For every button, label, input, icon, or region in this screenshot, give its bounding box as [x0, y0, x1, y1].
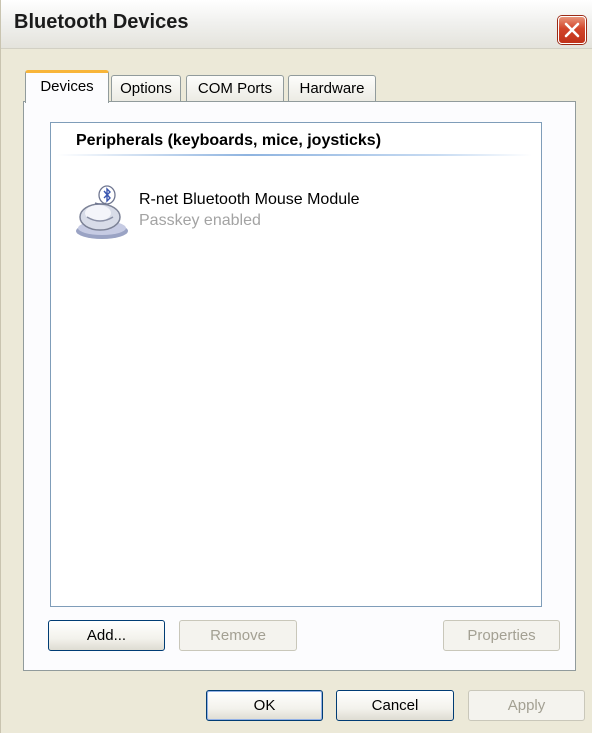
- group-header-peripherals: Peripherals (keyboards, mice, joysticks): [76, 132, 382, 149]
- remove-button[interactable]: Remove: [179, 620, 297, 651]
- properties-button[interactable]: Properties: [443, 620, 560, 651]
- cancel-button[interactable]: Cancel: [336, 690, 454, 721]
- close-icon: [564, 22, 580, 38]
- device-list[interactable]: Peripherals (keyboards, mice, joysticks): [50, 122, 542, 607]
- add-button[interactable]: Add...: [48, 620, 165, 651]
- device-status: Passkey enabled: [139, 212, 261, 229]
- tab-hardware[interactable]: Hardware: [288, 75, 376, 101]
- ok-button[interactable]: OK: [206, 690, 323, 721]
- device-name: R-net Bluetooth Mouse Module: [139, 191, 360, 208]
- tab-devices[interactable]: Devices: [25, 70, 109, 103]
- bluetooth-devices-dialog: Bluetooth Devices Devices Options COM Po…: [0, 0, 592, 733]
- bluetooth-mouse-icon: [73, 181, 131, 247]
- apply-button[interactable]: Apply: [468, 690, 585, 721]
- devices-tab-panel: Peripherals (keyboards, mice, joysticks): [23, 101, 576, 671]
- close-button[interactable]: [558, 16, 586, 44]
- tab-options[interactable]: Options: [111, 75, 181, 101]
- list-item[interactable]: R-net Bluetooth Mouse Module Passkey ena…: [73, 181, 433, 245]
- window-title: Bluetooth Devices: [14, 11, 189, 33]
- title-bar[interactable]: Bluetooth Devices: [1, 0, 592, 49]
- tab-com-ports[interactable]: COM Ports: [186, 75, 284, 101]
- group-divider: [57, 154, 532, 156]
